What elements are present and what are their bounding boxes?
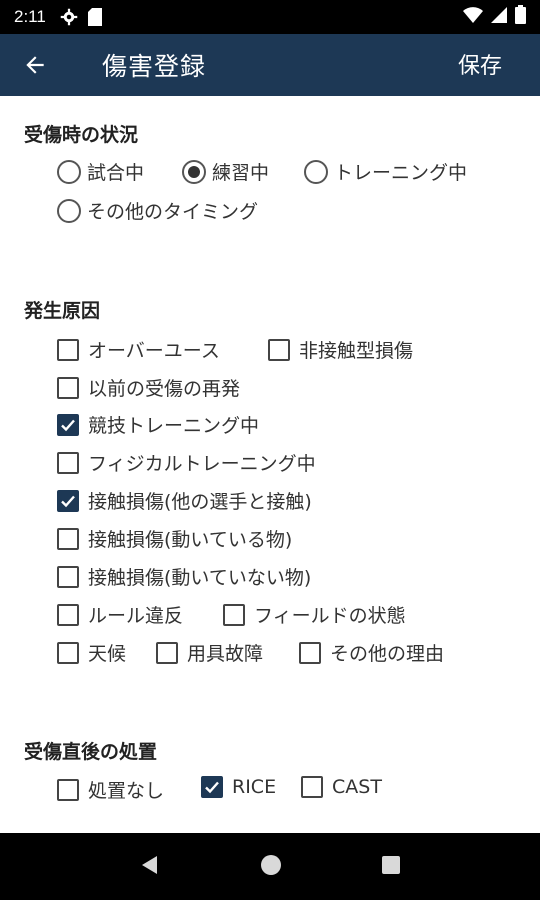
radio-icon — [57, 198, 81, 223]
checkbox-label: 用具故障 — [187, 643, 264, 665]
checkbox-option[interactable]: 接触損傷(他の選手と接触) — [57, 487, 312, 514]
checkbox-label: 処置なし — [88, 780, 165, 802]
radio-option[interactable]: トレーニング中 — [304, 158, 467, 185]
checkbox-label: 天候 — [88, 643, 127, 665]
checkbox-label: 接触損傷(動いている物) — [88, 529, 293, 551]
checkbox-option[interactable]: オーバーユース — [57, 336, 220, 363]
section-title-treatment: 受傷直後の処置 — [24, 741, 158, 763]
checkbox-option[interactable]: ルール違反 — [57, 601, 183, 628]
sd-card-icon — [87, 8, 102, 26]
checkbox-icon — [57, 451, 79, 474]
checkbox-label: ルール違反 — [88, 605, 184, 627]
checkbox-checked-icon — [57, 489, 79, 512]
checkbox-option[interactable]: 非接触型損傷 — [268, 336, 413, 363]
checkbox-label: 接触損傷(動いていない物) — [88, 567, 312, 589]
checkbox-label: オーバーユース — [88, 340, 220, 362]
checkbox-option[interactable]: フィールドの状態 — [223, 601, 406, 628]
checkbox-option[interactable]: RICE — [201, 776, 276, 798]
recents-square-icon[interactable] — [381, 855, 401, 879]
arrow-left-icon — [26, 56, 44, 74]
radio-option[interactable]: その他のタイミング — [57, 197, 258, 224]
checkbox-option[interactable]: 以前の受傷の再発 — [57, 374, 240, 401]
checkbox-checked-icon — [201, 776, 223, 798]
radio-selected-icon — [182, 159, 206, 184]
checkbox-icon — [57, 565, 79, 588]
form-content: 受傷時の状況 試合中 練習中 トレーニング中 その他のタイミング 発生原因 オー… — [0, 96, 540, 833]
checkbox-label: CAST — [332, 776, 382, 798]
checkbox-icon — [156, 641, 178, 664]
checkbox-checked-icon — [57, 413, 79, 436]
checkbox-option[interactable]: フィジカルトレーニング中 — [57, 449, 316, 476]
radio-label: その他のタイミング — [87, 201, 259, 223]
checkbox-icon — [223, 603, 245, 626]
checkbox-option[interactable]: 競技トレーニング中 — [57, 411, 259, 438]
checkbox-icon — [57, 778, 79, 801]
radio-icon — [57, 159, 81, 184]
checkbox-label: 以前の受傷の再発 — [88, 378, 241, 400]
checkbox-option[interactable]: その他の理由 — [299, 639, 444, 666]
section-title-situation: 受傷時の状況 — [24, 124, 139, 146]
radio-icon — [304, 159, 328, 184]
battery-icon — [515, 5, 526, 29]
checkbox-label: 非接触型損傷 — [299, 340, 414, 362]
checkbox-label: 接触損傷(他の選手と接触) — [88, 491, 312, 513]
checkbox-icon — [57, 376, 79, 399]
gear-icon — [60, 8, 78, 26]
radio-label: 試合中 — [87, 162, 145, 184]
status-time: 2:11 — [14, 7, 46, 26]
checkbox-icon — [57, 603, 79, 626]
checkbox-option[interactable]: 処置なし — [57, 776, 164, 803]
status-bar: 2:11 — [0, 0, 540, 34]
section-title-cause: 発生原因 — [24, 300, 101, 322]
save-button[interactable]: 保存 — [458, 48, 502, 80]
checkbox-icon — [57, 641, 79, 664]
checkbox-label: フィジカルトレーニング中 — [88, 453, 316, 475]
back-button[interactable] — [0, 34, 70, 96]
checkbox-icon — [268, 338, 290, 361]
wifi-icon — [463, 6, 483, 28]
checkbox-option[interactable]: 天候 — [57, 639, 126, 666]
checkbox-icon — [301, 776, 323, 798]
checkbox-option[interactable]: CAST — [301, 776, 382, 798]
page-title: 傷害登録 — [102, 52, 207, 81]
checkbox-label: フィールドの状態 — [254, 605, 406, 627]
radio-option[interactable]: 練習中 — [182, 158, 269, 185]
radio-label: 練習中 — [212, 162, 270, 184]
system-nav-bar — [0, 833, 540, 900]
checkbox-label: その他の理由 — [330, 643, 445, 665]
checkbox-icon — [299, 641, 321, 664]
checkbox-label: 競技トレーニング中 — [88, 415, 260, 437]
radio-label: トレーニング中 — [334, 162, 468, 184]
radio-option[interactable]: 試合中 — [57, 158, 144, 185]
checkbox-option[interactable]: 接触損傷(動いている物) — [57, 525, 292, 552]
checkbox-option[interactable]: 接触損傷(動いていない物) — [57, 563, 311, 590]
checkbox-option[interactable]: 用具故障 — [156, 639, 263, 666]
home-circle-icon[interactable] — [260, 854, 282, 880]
checkbox-icon — [57, 338, 79, 361]
checkbox-label: RICE — [232, 776, 277, 798]
signal-icon — [491, 6, 507, 28]
app-bar: 傷害登録 保存 — [0, 34, 540, 96]
checkbox-icon — [57, 527, 79, 550]
back-triangle-icon[interactable] — [139, 854, 161, 880]
